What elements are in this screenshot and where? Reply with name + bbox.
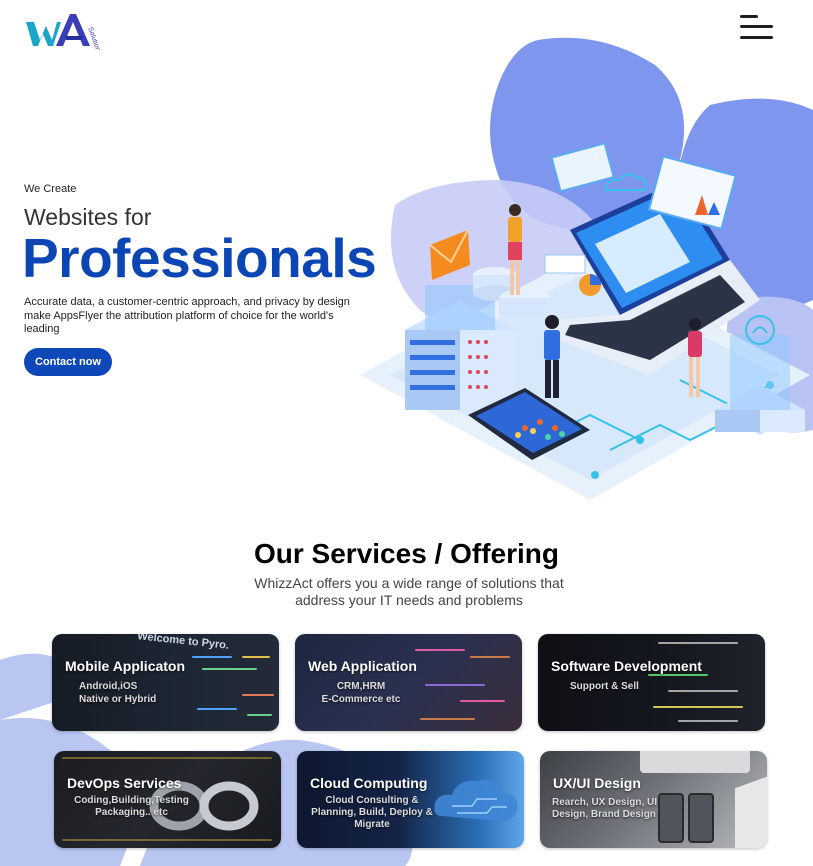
card-desc-line-3: Migrate	[354, 819, 390, 830]
service-card-web-application[interactable]: Web Application CRM,HRM E-Commerce etc	[295, 634, 522, 731]
card-desc-line-2: Packaging.. etc	[95, 807, 168, 818]
hero-illustration	[360, 37, 813, 500]
service-card-software-development[interactable]: Software Development Support & Sell	[538, 634, 765, 731]
service-card-mobile-application[interactable]: Welcome to Pyro. Mobile Applicaton Andro…	[52, 634, 279, 731]
contact-now-button[interactable]: Contact now	[24, 348, 112, 376]
services-subtitle: WhizzAct offers you a wide range of solu…	[254, 575, 564, 608]
card-desc-line-2: Planning, Build, Deploy &	[311, 807, 433, 818]
card-title: Mobile Applicaton	[65, 658, 186, 674]
card-title: DevOps Services	[67, 775, 182, 791]
card-title: Cloud Computing	[310, 775, 428, 791]
service-card-cloud-computing[interactable]: Cloud Computing Cloud Consulting & Plann…	[297, 751, 524, 848]
card-desc-line-1: CRM,HRM	[336, 681, 386, 692]
phone-mockup-icon	[658, 793, 684, 843]
service-card-ux-ui-design[interactable]: UX/UI Design Rearch, UX Design, UI Desig…	[540, 751, 767, 848]
services-title: Our Services / Offering	[254, 538, 559, 569]
hero-title: Professionals	[22, 227, 377, 289]
card-desc-line-1: Cloud Consulting &	[325, 795, 419, 806]
logo-mark: Solution	[26, 14, 101, 53]
card-desc-line-2: Design, Brand Design	[552, 809, 656, 820]
card-desc-line-1: Coding,Building,Testing	[74, 795, 189, 806]
logo-subtext: Solution	[86, 26, 101, 50]
hero-description: Accurate data, a customer-centric approa…	[24, 296, 350, 335]
card-desc-line-1: Support & Sell	[570, 681, 639, 692]
service-card-devops-services[interactable]: OPS DevOps Services Coding,Building,Test…	[54, 751, 281, 848]
keyboard-image	[640, 751, 750, 773]
card-desc-line-1: Rearch, UX Design, UI	[552, 797, 658, 808]
card-desc-line-2: E-Commerce etc	[321, 694, 401, 705]
card-title: Web Application	[308, 658, 417, 674]
card-desc-line-1: Android,iOS	[79, 681, 138, 692]
card-title: Software Development	[551, 658, 702, 674]
card-desc-line-2: Native or Hybrid	[79, 694, 157, 705]
logo[interactable]: Solution	[26, 8, 104, 53]
card-title: UX/UI Design	[553, 775, 641, 791]
cloud-chip-icon	[434, 779, 518, 821]
phone-mockup-icon	[688, 793, 714, 843]
hero-kicker: We Create	[24, 183, 77, 195]
